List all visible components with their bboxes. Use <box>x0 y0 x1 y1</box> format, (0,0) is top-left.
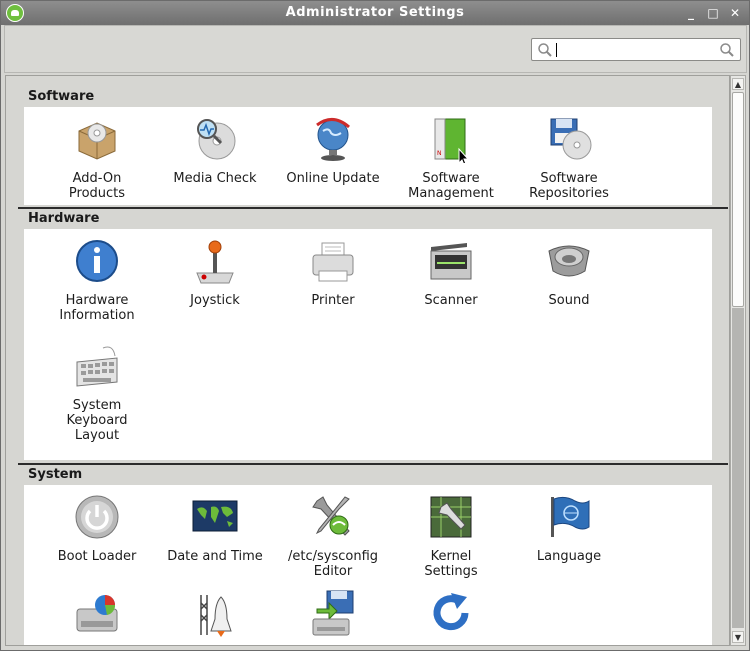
services-icon <box>200 595 232 637</box>
category-header-system: System <box>18 463 728 484</box>
scroll-down-icon[interactable]: ▼ <box>732 631 744 643</box>
refresh-icon <box>433 593 469 631</box>
module-label: Hardware Information <box>59 293 135 323</box>
sysconfig-editor-icon <box>312 496 350 536</box>
info-icon <box>76 240 118 282</box>
scrollbar-track[interactable] <box>732 308 744 628</box>
scanner-icon <box>430 243 472 280</box>
search-submit-icon[interactable] <box>719 42 735 58</box>
category-header-software: Software <box>18 88 728 106</box>
module-language[interactable]: Language <box>510 493 628 564</box>
media-check-icon <box>197 119 236 160</box>
module-label: Scanner <box>424 293 478 308</box>
module-system-keyboard-layout[interactable]: System Keyboard Layout <box>38 342 156 443</box>
module-label: Joystick <box>190 293 240 308</box>
modules-view: Software Add-On Products Media Check Onl… <box>5 75 730 646</box>
printer-icon <box>312 242 354 282</box>
joystick-icon <box>196 240 234 284</box>
module-backup[interactable] <box>274 589 392 645</box>
module-boot-loader[interactable]: Boot Loader <box>38 493 156 564</box>
close-button[interactable]: ✕ <box>727 5 743 21</box>
software-management-icon: N <box>434 118 470 163</box>
svg-text:N: N <box>437 150 442 157</box>
category-panel-software: Add-On Products Media Check Online Updat… <box>24 107 712 205</box>
module-label: Online Update <box>286 171 380 186</box>
maximize-button[interactable]: □ <box>705 5 721 21</box>
module-software-repositories[interactable]: Software Repositories <box>510 115 628 201</box>
module-refresh[interactable] <box>392 589 510 645</box>
module-add-on-products[interactable]: Add-On Products <box>38 115 156 201</box>
module-services[interactable] <box>156 589 274 645</box>
module-label: Add-On Products <box>68 171 126 201</box>
toolbar <box>4 25 747 73</box>
module-kernel-settings[interactable]: Kernel Settings <box>392 493 510 579</box>
module-media-check[interactable]: Media Check <box>156 115 274 186</box>
text-caret <box>556 43 557 57</box>
minimize-button[interactable]: _ <box>683 5 699 21</box>
module-scanner[interactable]: Scanner <box>392 237 510 308</box>
module-label: Kernel Settings <box>424 549 478 579</box>
module-date-and-time[interactable]: Date and Time <box>156 493 274 564</box>
module-online-update[interactable]: Online Update <box>274 115 392 186</box>
category-label: Software <box>28 89 95 104</box>
module-label: System Keyboard Layout <box>66 398 128 443</box>
section-divider <box>18 463 728 465</box>
world-map-icon <box>192 498 238 534</box>
online-update-icon <box>316 118 350 161</box>
module-label: /etc/sysconfig Editor <box>287 549 379 579</box>
module-label: Date and Time <box>167 549 263 564</box>
module-label: Boot Loader <box>57 549 137 564</box>
module-label: Language <box>536 549 602 564</box>
module-label: Software Management <box>408 171 494 201</box>
module-hardware-information[interactable]: Hardware Information <box>38 237 156 323</box>
language-flag-icon <box>551 496 590 537</box>
partitioner-icon <box>76 595 118 632</box>
module-sysconfig-editor[interactable]: /etc/sysconfig Editor <box>274 493 392 579</box>
vertical-scrollbar[interactable]: ▲ ▼ <box>730 75 746 646</box>
software-repositories-icon <box>550 118 592 160</box>
module-partitioner[interactable] <box>38 589 156 645</box>
power-icon <box>75 495 119 539</box>
backup-icon <box>312 590 354 636</box>
sound-icon <box>548 245 590 277</box>
module-label: Software Repositories <box>529 171 609 201</box>
category-panel-system: Boot Loader Date and Time /etc/sysconfig… <box>24 485 712 645</box>
search-box[interactable] <box>531 38 741 61</box>
category-header-hardware: Hardware <box>18 207 728 228</box>
kernel-settings-icon <box>430 496 472 538</box>
search-input[interactable] <box>556 41 716 58</box>
app-window: Administrator Settings _ □ ✕ Software Ad… <box>0 0 750 651</box>
package-box-icon <box>78 122 116 160</box>
module-joystick[interactable]: Joystick <box>156 237 274 308</box>
category-panel-hardware: Hardware Information Joystick Printer Sc… <box>24 229 712 460</box>
module-sound[interactable]: Sound <box>510 237 628 308</box>
module-printer[interactable]: Printer <box>274 237 392 308</box>
window-title: Administrator Settings <box>285 5 465 20</box>
module-label: Printer <box>311 293 355 308</box>
module-label: Media Check <box>173 171 257 186</box>
section-divider <box>18 207 728 209</box>
category-label: Hardware <box>28 211 100 226</box>
keyboard-icon <box>76 346 118 387</box>
search-icon <box>538 43 552 57</box>
title-bar[interactable]: Administrator Settings _ □ ✕ <box>1 1 749 25</box>
module-label: Sound <box>548 293 590 308</box>
module-software-management[interactable]: N Software Management <box>392 115 510 201</box>
scroll-up-icon[interactable]: ▲ <box>732 78 744 90</box>
category-label: System <box>28 467 83 482</box>
scrollbar-thumb[interactable] <box>732 92 744 307</box>
